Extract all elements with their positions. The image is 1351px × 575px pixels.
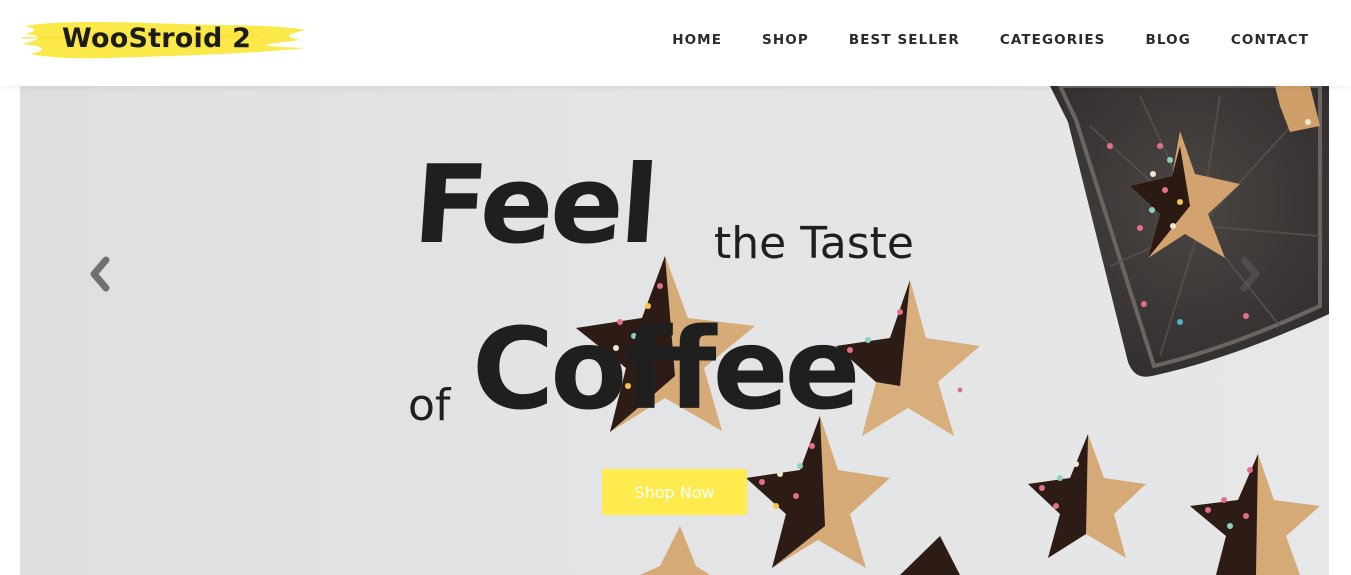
nav-best-seller[interactable]: BEST SELLER [849, 30, 960, 50]
hero-slider: Feel the Taste of Coffee Shop Now [20, 86, 1329, 575]
shop-now-button[interactable]: Shop Now [602, 469, 747, 515]
headline-feel: Feel [409, 143, 660, 268]
nav-contact[interactable]: CONTACT [1231, 30, 1309, 50]
logo-text: WooStroid 2 [62, 23, 252, 54]
nav-home[interactable]: HOME [672, 30, 722, 50]
slider-next-button[interactable] [1236, 256, 1264, 292]
headline-coffee: Coffee [472, 305, 861, 435]
nav-shop[interactable]: SHOP [762, 30, 809, 50]
nav-categories[interactable]: CATEGORIES [1000, 30, 1106, 50]
site-header: WooStroid 2 HOME SHOP BEST SELLER CATEGO… [0, 0, 1351, 86]
chevron-left-icon [90, 256, 110, 292]
headline-of: of [408, 380, 451, 431]
nav-blog[interactable]: BLOG [1146, 30, 1191, 50]
site-logo[interactable]: WooStroid 2 [20, 16, 310, 64]
slider-prev-button[interactable] [86, 256, 114, 292]
main-nav: HOME SHOP BEST SELLER CATEGORIES BLOG CO… [672, 30, 1309, 50]
headline-the-taste: the Taste [714, 218, 914, 269]
chevron-right-icon [1240, 256, 1260, 292]
